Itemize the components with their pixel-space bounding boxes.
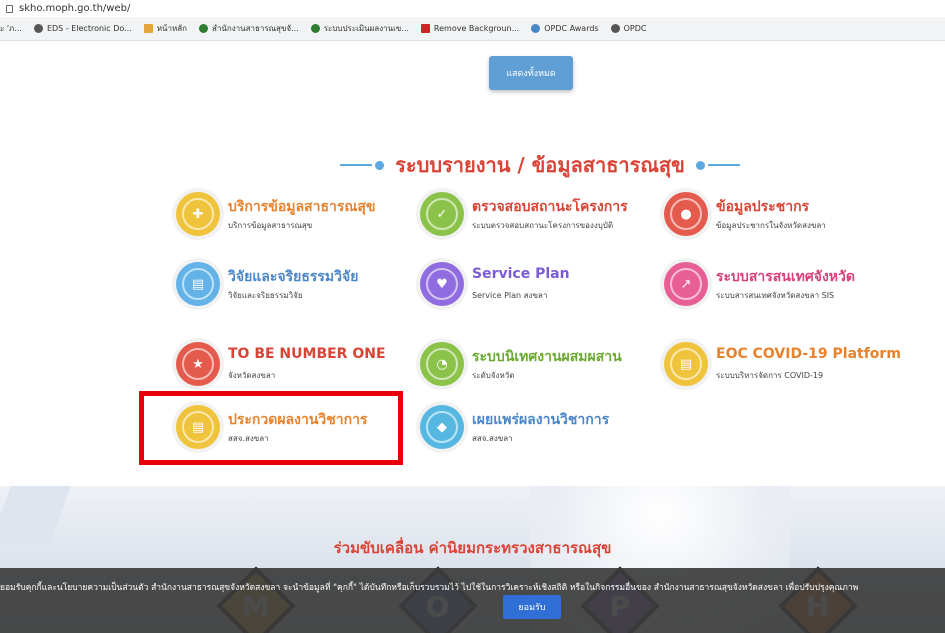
service-subtitle: จังหวัดสงขลา [228,371,276,380]
bookmark-item[interactable]: EDS - Electronic Do... [33,24,132,33]
document-icon: ▤ [176,262,220,306]
grid-icon [143,24,153,33]
divider-dot [695,160,705,170]
service-subtitle: Service Plan สงขลา [472,291,548,300]
service-subtitle: ระบบบริหารจัดการ COVID-19 [716,371,824,380]
remove-bg-icon [420,24,430,33]
service-eoc-covid19[interactable]: ▤ EOC COVID-19 Platform ระบบบริหารจัดการ… [664,342,904,392]
lock-icon [6,4,13,13]
service-provincial-information[interactable]: ↗ ระบบสารสนเทศจังหวัด ระบบสารสนเทศจังหวั… [664,262,904,312]
award-icon [531,24,541,33]
bookmark-label: สำนักงานสาธารณสุขจั... [212,24,299,33]
service-public-health-data[interactable]: ✚ บริการข้อมูลสาธารณสุข บริการข้อมูลสาธา… [176,192,416,242]
cookie-message: ยอมรับคุกกี้และนโยบายความเป็นส่วนตัว สำน… [0,583,859,593]
section-heading: ระบบรายงาน / ข้อมูลสาธารณสุข [320,150,760,180]
chart-icon: ↗ [664,262,708,306]
bookmark-item[interactable]: สำนักงานสาธารณสุขจั... [199,22,299,35]
url-text[interactable]: skho.moph.go.th/web/ [19,3,130,14]
service-project-status[interactable]: ✓ ตรวจสอบสถานะโครงการ ระบบตรวจสอบสถานะโค… [420,192,660,242]
service-subtitle: ระบบตรวจสอบสถานะโครงการของงบุบัติ [472,221,614,230]
highlight-annotation-box [139,391,403,465]
users-icon: ● [664,192,708,236]
service-title: วิจัยและจริยธรรมวิจัย [228,269,359,285]
service-academic-publication[interactable]: ◆ เผยแพร่ผลงานวิชาการ สสจ.สงขลา [420,405,660,455]
bookmark-label: ระบบประเมินผลงานเข... [323,24,409,33]
globe-icon [610,24,620,33]
accept-cookie-button[interactable]: ยอมรับ [503,595,561,619]
medical-bag-icon: ✚ [176,192,220,236]
gear-icon [310,24,320,33]
service-title: ตรวจสอบสถานะโครงการ [472,199,628,215]
service-subtitle: ระบบสารสนเทศจังหวัดสงขลา SIS [716,291,835,300]
bookmark-item[interactable]: หน้าหลัก [143,22,188,35]
bookmark-label: OPDC Awards [544,24,599,33]
service-population-data[interactable]: ● ข้อมูลประชากร ข้อมูลประชากรในจังหวัดสง… [664,192,904,242]
divider [707,164,740,166]
bookmark-label: Remove Backgroun... [433,24,520,33]
bookmark-label: OPDC [623,24,647,33]
pie-chart-icon: ◔ [420,342,464,386]
service-subtitle: ข้อมูลประชากรในจังหวัดสงขลา [716,221,826,230]
divider [340,164,373,166]
document-icon: ▤ [664,342,708,386]
bookmark-item[interactable]: Remove Backgroun... [420,24,520,33]
divider-dot [375,160,385,170]
heart-icon: ♥ [420,262,464,306]
service-title: ระบบนิเทศงานผสมผสาน [472,349,622,365]
service-research-ethics[interactable]: ▤ วิจัยและจริยธรรมวิจัย วิจัยและจริยธรรม… [176,262,416,312]
bookmark-item[interactable]: ระบบประเมินผลงานเข... [310,22,409,35]
gear-icon [199,24,209,33]
service-integrated-supervision[interactable]: ◔ ระบบนิเทศงานผสมผสาน ระดับจังหวัด [420,342,660,392]
service-title: Service Plan [472,266,570,282]
service-service-plan[interactable]: ♥ Service Plan Service Plan สงขลา [420,262,660,312]
service-subtitle: สสจ.สงขลา [472,434,513,443]
service-title: TO BE NUMBER ONE [228,346,386,362]
star-icon: ★ [176,342,220,386]
banner-title: ร่วมขับเคลื่อน ค่านิยมกระทรวงสาธารณสุข [333,539,612,557]
service-title: เผยแพร่ผลงานวิชาการ [472,412,610,428]
bookmarks-bar: ะ 'ภ... EDS - Electronic Do... หน้าหลัก … [0,17,945,41]
service-title: ระบบสารสนเทศจังหวัด [716,269,855,285]
bookmark-label: EDS - Electronic Do... [46,24,132,33]
service-title: ข้อมูลประชากร [716,199,810,215]
globe-icon [33,24,43,33]
service-subtitle: บริการข้อมูลสาธารณสุข [228,221,313,230]
bookmark-label: หน้าหลัก [156,24,188,33]
cookie-consent-bar: ยอมรับคุกกี้และนโยบายความเป็นส่วนตัว สำน… [0,568,945,633]
service-subtitle: วิจัยและจริยธรรมวิจัย [228,291,303,300]
service-subtitle: ระดับจังหวัด [472,371,515,380]
bookmark-label: ะ 'ภ... [0,24,22,33]
bookmark-item[interactable]: ะ 'ภ... [0,22,22,35]
check-icon: ✓ [420,192,464,236]
section-title: ระบบรายงาน / ข้อมูลสาธารณสุข [395,153,685,177]
tag-icon: ◆ [420,405,464,449]
show-all-button[interactable]: แสดงทั้งหมด [489,56,573,90]
bookmark-item[interactable]: OPDC [610,24,647,33]
bookmark-item[interactable]: OPDC Awards [531,24,599,33]
service-to-be-number-one[interactable]: ★ TO BE NUMBER ONE จังหวัดสงขลา [176,342,416,392]
service-title: บริการข้อมูลสาธารณสุข [228,199,376,215]
address-bar[interactable]: skho.moph.go.th/web/ [0,0,945,17]
service-title: EOC COVID-19 Platform [716,346,901,362]
